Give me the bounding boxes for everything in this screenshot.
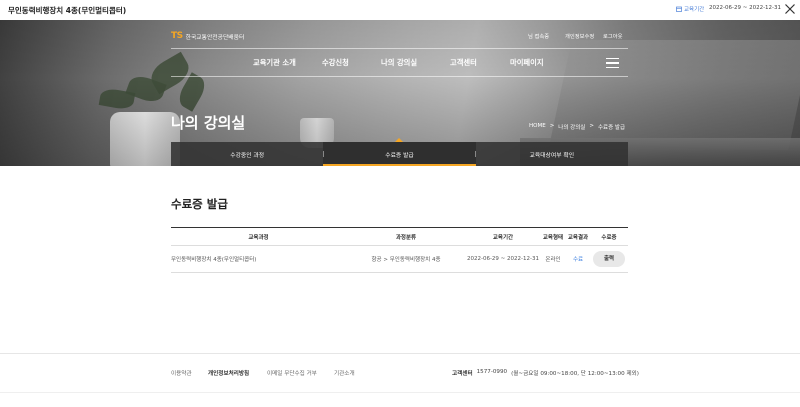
footer-about-link[interactable]: 기관소개 (334, 369, 355, 377)
col-certificate: 수료증 (601, 234, 617, 241)
footer-contact: 고객센터 1577-0990 (월~금요일 09:00~18:00, 단 12:… (452, 369, 639, 377)
logout-link[interactable]: 로그아웃 (603, 32, 623, 40)
certificate-table: 교육과정 과정분류 교육기간 교육형태 교육결과 수료증 무인동력비행장치 4종… (171, 227, 628, 273)
nav-divider-bottom (171, 76, 628, 77)
nav-divider-top (171, 48, 628, 49)
breadcrumb-home[interactable]: HOME (529, 123, 546, 131)
user-status: 님 접속중 (528, 34, 550, 40)
col-type: 교육형태 (542, 234, 564, 241)
nav-mypage[interactable]: 마이페이지 (510, 58, 544, 68)
breadcrumb-current: 수료증 발급 (597, 125, 626, 131)
contact-label: 고객센터 (452, 371, 473, 377)
nav-my-classroom[interactable]: 나의 강의실 (381, 58, 417, 68)
footer-email-link[interactable]: 이메일 무단수집 거부 (267, 369, 317, 377)
cell-certificate: 출력 (590, 245, 628, 273)
hero-title: 나의 강의실 (171, 114, 246, 132)
tab-eligibility[interactable]: 교육대상여부 확인 (476, 142, 628, 166)
logo-name: 한국교통안전공단배움터 (185, 34, 245, 41)
cell-category: 항공 > 무인동력비행장치 4종 (346, 245, 466, 273)
page-title: 수료증 발급 (171, 197, 228, 211)
table-row: 무인동력비행장치 4종(무인멀티콥터) 항공 > 무인동력비행장치 4종 202… (171, 245, 628, 273)
cell-type: 온라인 (540, 245, 566, 273)
table-header-row: 교육과정 과정분류 교육기간 교육형태 교육결과 수료증 (171, 227, 628, 246)
footer-terms-link[interactable]: 이용약관 (171, 369, 192, 377)
nav-about[interactable]: 교육기관 소개 (253, 58, 296, 68)
cell-result: 수료 (566, 245, 590, 273)
tab-separator (323, 151, 324, 157)
breadcrumb-my-classroom[interactable]: 나의 강의실 (558, 123, 585, 131)
col-result: 교육결과 (567, 234, 589, 241)
contact-hours: (월~금요일 09:00~18:00, 단 12:00~13:00 제외) (511, 371, 639, 377)
period-label: 교육기간 (684, 7, 705, 13)
footer-divider (0, 353, 800, 354)
nav-enroll[interactable]: 수강신청 (322, 58, 349, 68)
edit-profile-link[interactable]: 개인정보수정 (565, 32, 594, 40)
footer-privacy-link[interactable]: 개인정보처리방침 (208, 369, 249, 377)
sub-tabs: 수강중인 과정 수료증 발급 교육대상여부 확인 (171, 138, 628, 166)
course-title: 무인동력비행장치 4종(무인멀티콥터) (8, 5, 127, 15)
contact-phone: 1577-0990 (476, 369, 508, 375)
tab-separator (475, 151, 476, 157)
print-button[interactable]: 출력 (593, 251, 625, 267)
period-value: 2022-06-29 ~ 2022-12-31 (709, 5, 782, 11)
col-course: 교육과정 (248, 234, 269, 241)
menu-icon[interactable] (606, 58, 619, 68)
cell-course: 무인동력비행장치 4종(무인멀티콥터) (171, 245, 346, 273)
tab-in-progress[interactable]: 수강중인 과정 (171, 142, 323, 166)
breadcrumb-sep: > (549, 123, 555, 129)
logo-mark: TS (171, 31, 183, 41)
footer-divider-bottom (0, 392, 800, 393)
top-bar: 무인동력비행장치 4종(무인멀티콥터) 교육기간 2022-06-29 ~ 20… (0, 0, 800, 20)
tab-certificate[interactable]: 수료증 발급 (323, 138, 476, 166)
breadcrumb: HOME > 나의 강의실 > 수료증 발급 (529, 123, 625, 131)
col-category: 과정분류 (395, 234, 417, 241)
period-label-wrap: 교육기간 (676, 5, 704, 13)
nav-support[interactable]: 고객센터 (450, 58, 477, 68)
site-logo[interactable]: TS 한국교통안전공단배움터 (171, 31, 244, 41)
breadcrumb-sep: > (589, 123, 594, 129)
calendar-icon (676, 6, 682, 12)
cell-period: 2022-06-29 ~ 2022-12-31 (466, 245, 540, 273)
close-icon[interactable] (784, 3, 796, 15)
col-period: 교육기간 (492, 234, 514, 241)
